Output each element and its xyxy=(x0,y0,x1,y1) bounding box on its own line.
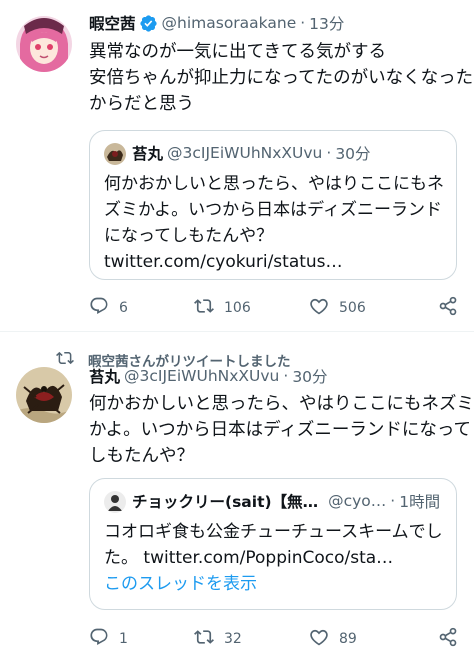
text-line: からだと思う xyxy=(89,94,194,114)
quote-header: 苔丸 @3cIJEiWUhNxXUvu · 30分 xyxy=(132,142,371,164)
tweet-1-text: 異常なのが一気に出てきてる気がする 安倍ちゃんが抑止力になってたのがいなくなった… xyxy=(89,39,473,117)
verified-badge-icon xyxy=(139,14,158,33)
quote-author-handle: @cyo… xyxy=(328,492,387,510)
tweet-2[interactable]: 暇空茜さんがリツイートしました 苔丸 @3cIJEiWUhNxXUvu · 30… xyxy=(0,333,474,659)
reply-button[interactable]: 6 xyxy=(89,296,194,320)
quote-text: 何かおかしいと思ったら、やはりここにもネ ズミかよ。いつから日本はディズニーラン… xyxy=(104,171,444,275)
share-icon xyxy=(438,627,458,651)
tweet-time[interactable]: 13分 xyxy=(309,12,344,34)
text-line: しもたんや？ xyxy=(89,446,194,466)
text-line: 安倍ちゃんが抑止力になってたのがいなくなった xyxy=(89,68,474,88)
like-button[interactable]: 89 xyxy=(309,627,429,651)
quote-avatar xyxy=(104,143,126,165)
author-name[interactable]: 暇空茜 xyxy=(89,12,136,34)
tweet-2-actions: 1 32 89 xyxy=(89,627,458,651)
like-count: 506 xyxy=(339,300,366,316)
quoted-tweet[interactable]: 苔丸 @3cIJEiWUhNxXUvu · 30分 何かおかしいと思ったら、やは… xyxy=(89,130,457,280)
text-line: 異常なのが一気に出てきてる気がする xyxy=(89,42,386,62)
share-button[interactable] xyxy=(438,627,458,651)
quote-author-name: チョックリー(sait)【無… xyxy=(132,493,319,511)
separator-dot: · xyxy=(326,144,332,162)
author-handle[interactable]: @himasoraakane xyxy=(162,14,297,32)
separator-dot: · xyxy=(283,367,289,385)
reply-button[interactable]: 1 xyxy=(89,627,194,651)
quote-text-line: 何かおかしいと思ったら、やはりここにもネ xyxy=(104,174,444,194)
author-handle[interactable]: @3cIJEiWUhNxXUvu xyxy=(124,367,279,385)
quote-text-line: コオロギ食も公金チューチュースキームでし xyxy=(104,522,443,542)
tweet-1[interactable]: 暇空茜 @himasoraakane · 13分 異常なのが一気に出てきてる気が… xyxy=(0,0,474,332)
retweet-count: 106 xyxy=(224,300,251,316)
reply-count: 1 xyxy=(119,631,128,647)
reply-icon xyxy=(89,627,109,651)
retweet-button[interactable]: 32 xyxy=(194,627,309,651)
tweet-1-header: 暇空茜 @himasoraakane · 13分 xyxy=(89,12,344,34)
quote-time: 1時間 xyxy=(399,493,441,511)
tweet-1-actions: 6 106 506 xyxy=(89,296,458,320)
avatar-koke-maru[interactable] xyxy=(16,367,72,423)
tweet-2-text: 何かおかしいと思ったら、やはりここにもネズミ かよ。いつから日本はディズニーラン… xyxy=(89,391,474,469)
tweet-time[interactable]: 30分 xyxy=(292,365,327,387)
quoted-tweet[interactable]: チョックリー(sait)【無… @cyo… · 1時間 コオロギ食も公金チューチ… xyxy=(89,478,457,610)
reply-icon xyxy=(89,296,109,320)
separator-dot: · xyxy=(390,492,396,510)
quote-text-line: ズミかよ。いつから日本はディズニーランド xyxy=(104,200,442,220)
quote-author-name: 苔丸 xyxy=(132,145,164,163)
quote-time: 30分 xyxy=(335,145,371,163)
separator-dot: · xyxy=(300,14,306,32)
quote-link[interactable]: twitter.com/cyokuri/status… xyxy=(104,249,444,275)
quote-author-handle: @3cIJEiWUhNxXUvu xyxy=(167,144,323,162)
retweet-context-icon xyxy=(56,349,88,371)
like-icon xyxy=(309,296,329,320)
retweet-count: 32 xyxy=(224,631,242,647)
reply-count: 6 xyxy=(119,300,128,316)
author-name[interactable]: 苔丸 xyxy=(89,365,120,387)
avatar-himasoraakane[interactable] xyxy=(16,16,72,72)
like-count: 89 xyxy=(339,631,357,647)
tweet-2-header: 苔丸 @3cIJEiWUhNxXUvu · 30分 xyxy=(89,365,328,387)
quote-text-line: た。 twitter.com/PoppinCoco/sta… xyxy=(104,548,394,568)
quote-text-line: になってしもたんや？ xyxy=(104,226,274,246)
quote-avatar xyxy=(104,491,126,513)
retweet-button[interactable]: 106 xyxy=(194,296,309,320)
retweet-icon xyxy=(194,627,214,651)
retweet-icon xyxy=(194,296,214,320)
like-button[interactable]: 506 xyxy=(309,296,429,320)
share-icon xyxy=(438,296,458,320)
text-line: かよ。いつから日本はディズニーランドになって xyxy=(89,420,472,440)
quote-header: チョックリー(sait)【無… @cyo… · 1時間 xyxy=(132,490,440,512)
show-thread-link[interactable]: このスレッドを表示 xyxy=(104,571,443,597)
quote-text: コオロギ食も公金チューチュースキームでし た。 twitter.com/Popp… xyxy=(104,519,443,597)
text-line: 何かおかしいと思ったら、やはりここにもネズミ xyxy=(89,394,474,414)
share-button[interactable] xyxy=(438,296,458,320)
like-icon xyxy=(309,627,329,651)
